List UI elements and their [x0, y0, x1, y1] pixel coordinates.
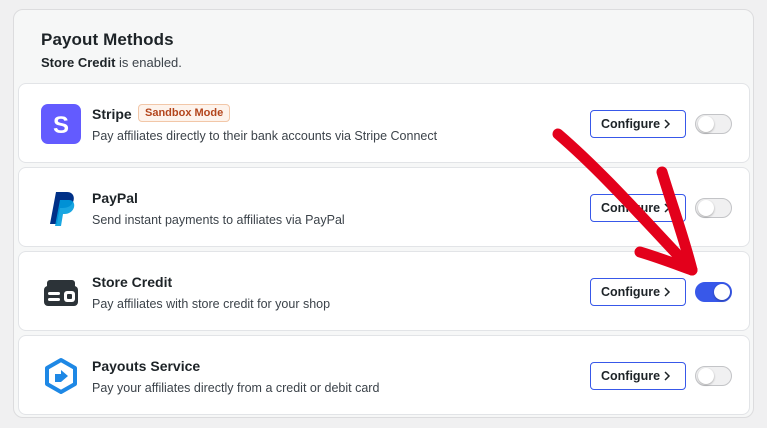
chevron-right-icon [664, 371, 671, 381]
payout-method-card-stripe: S Stripe Sandbox Mode Pay affiliates dir… [18, 83, 750, 163]
panel-title: Payout Methods [41, 30, 174, 49]
status-enabled-method: Store Credit [41, 55, 116, 70]
payout-method-card-payouts-service: Payouts Service Pay your affiliates dire… [18, 335, 750, 415]
method-description: Pay your affiliates directly from a cred… [92, 381, 380, 395]
payouts-service-enable-toggle[interactable] [695, 366, 732, 386]
configure-label: Configure [601, 369, 661, 383]
configure-store-credit-button[interactable]: Configure [590, 278, 686, 306]
toggle-knob [698, 368, 714, 384]
payout-methods-panel: Payout Methods Store Credit is enabled. … [13, 9, 754, 418]
paypal-logo-icon [41, 188, 81, 228]
method-description: Send instant payments to affiliates via … [92, 213, 345, 227]
configure-label: Configure [601, 201, 661, 215]
paypal-enable-toggle[interactable] [695, 198, 732, 218]
sandbox-mode-badge: Sandbox Mode [138, 104, 231, 122]
method-name: Payouts Service [92, 358, 201, 374]
configure-label: Configure [601, 285, 661, 299]
chevron-right-icon [664, 287, 671, 297]
chevron-right-icon [664, 203, 671, 213]
method-description: Pay affiliates directly to their bank ac… [92, 129, 438, 143]
stripe-logo-icon: S [41, 104, 81, 144]
toggle-knob [698, 116, 714, 132]
method-name: Store Credit [92, 274, 173, 290]
store-credit-icon [41, 272, 81, 312]
method-description: Pay affiliates with store credit for you… [92, 297, 331, 311]
configure-stripe-button[interactable]: Configure [590, 110, 686, 138]
payouts-service-icon [41, 356, 81, 396]
method-name: Stripe [92, 106, 132, 122]
toggle-knob [698, 200, 714, 216]
panel-status-text: Store Credit is enabled. [41, 55, 182, 70]
configure-label: Configure [601, 117, 661, 131]
configure-paypal-button[interactable]: Configure [590, 194, 686, 222]
store-credit-enable-toggle[interactable] [695, 282, 732, 302]
chevron-right-icon [664, 119, 671, 129]
configure-payouts-service-button[interactable]: Configure [590, 362, 686, 390]
payout-method-card-store-credit: Store Credit Pay affiliates with store c… [18, 251, 750, 331]
svg-text:S: S [53, 112, 69, 139]
payout-method-card-paypal: PayPal Send instant payments to affiliat… [18, 167, 750, 247]
status-suffix: is enabled. [115, 55, 182, 70]
toggle-knob [714, 284, 730, 300]
method-name: PayPal [92, 190, 138, 206]
stripe-enable-toggle[interactable] [695, 114, 732, 134]
